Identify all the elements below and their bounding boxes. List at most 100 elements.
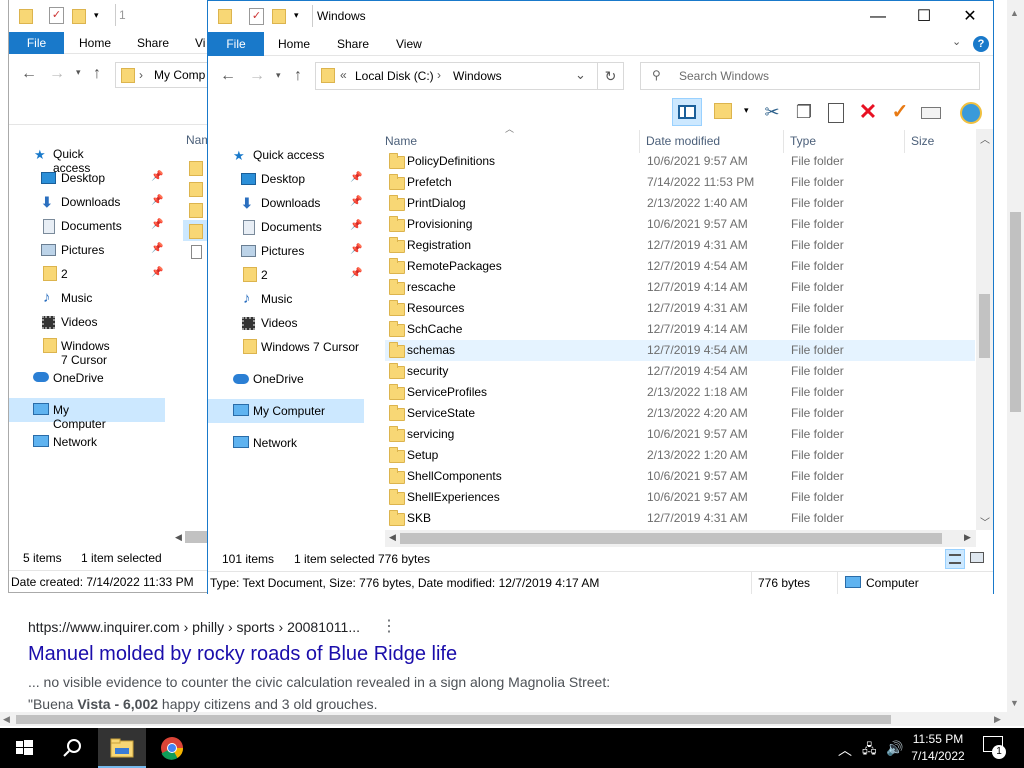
hscroll-thumb[interactable]: [400, 533, 942, 544]
nav-desktop[interactable]: Desktop: [261, 172, 305, 186]
scroll-down-arrow-icon[interactable]: ▼: [1010, 698, 1019, 708]
tab-file[interactable]: File: [208, 32, 264, 56]
delete-icon[interactable]: ✕: [855, 99, 881, 125]
quick-access-folder-icon[interactable]: [19, 9, 33, 25]
nav-quick-access[interactable]: Quick access: [253, 148, 324, 162]
close-button[interactable]: ✕: [947, 1, 993, 32]
recent-dropdown-icon[interactable]: ▾: [76, 67, 81, 78]
file-row[interactable]: SchCache 12/7/2019 4:14 AM File folder: [385, 319, 975, 340]
paste-icon[interactable]: [828, 103, 844, 123]
nav-downloads[interactable]: Downloads: [261, 196, 320, 210]
shell-icon[interactable]: [960, 102, 982, 124]
back-nav-2[interactable]: 2: [61, 267, 68, 281]
qat-dropdown-icon[interactable]: ▾: [94, 10, 99, 21]
scroll-up-arrow-icon[interactable]: ︿: [980, 131, 990, 146]
back-tab-share[interactable]: Share: [137, 36, 169, 50]
network-status-icon[interactable]: 🖧: [862, 740, 877, 762]
column-name[interactable]: Name: [385, 132, 417, 152]
pin-icon[interactable]: 📌: [350, 196, 362, 207]
show-hidden-icons-icon[interactable]: ︿: [838, 740, 852, 760]
back-arrow-icon[interactable]: ←: [21, 65, 37, 83]
file-row[interactable]: Prefetch 7/14/2022 11:53 PM File folder: [385, 172, 975, 193]
file-row[interactable]: PolicyDefinitions 10/6/2021 9:57 AM File f…: [385, 151, 975, 172]
file-row[interactable]: ServiceProfiles 2/13/2022 1:18 AM File fol…: [385, 382, 975, 403]
scroll-left-arrow-icon[interactable]: ◀: [3, 714, 10, 725]
cut-icon[interactable]: ✂: [759, 99, 785, 125]
file-row[interactable]: Resources 12/7/2019 4:31 AM File folder: [385, 298, 975, 319]
properties-toolbar-icon[interactable]: [921, 107, 941, 119]
forward-arrow-icon[interactable]: →: [49, 65, 65, 83]
column-date-modified[interactable]: Date modified: [646, 132, 720, 152]
file-row[interactable]: Provisioning 10/6/2021 9:57 AM File folder: [385, 214, 975, 235]
new-folder-toolbar-icon[interactable]: [714, 103, 732, 119]
chrome-taskbar-button[interactable]: [148, 728, 196, 768]
scroll-right-arrow-icon[interactable]: ▶: [994, 714, 1001, 725]
back-column-name[interactable]: Nam: [186, 133, 208, 147]
search-placeholder[interactable]: Search Windows: [679, 69, 769, 83]
file-row[interactable]: rescache 12/7/2019 4:14 AM File folder: [385, 277, 975, 298]
column-divider[interactable]: [904, 130, 905, 153]
copy-icon[interactable]: ❐: [791, 99, 817, 125]
back-list-folder-icon[interactable]: [189, 182, 203, 198]
file-row[interactable]: security 12/7/2019 4:54 AM File folder: [385, 361, 975, 382]
more-options-icon[interactable]: ⋮: [381, 616, 397, 636]
back-nav-downloads[interactable]: Downloads: [61, 195, 120, 209]
back-nav-windows7cursor[interactable]: Windows 7 Cursor: [61, 339, 110, 367]
back-nav-desktop[interactable]: Desktop: [61, 171, 105, 185]
column-divider[interactable]: [639, 130, 640, 153]
back-tab-view[interactable]: Vi: [195, 36, 205, 50]
forward-arrow-icon[interactable]: →: [249, 67, 265, 85]
tab-view[interactable]: View: [396, 32, 422, 56]
back-nav-onedrive[interactable]: OneDrive: [53, 371, 104, 385]
scroll-left-arrow-icon[interactable]: ◀: [175, 532, 182, 543]
properties-icon[interactable]: ✓: [249, 8, 264, 25]
file-row[interactable]: schemas 12/7/2019 4:54 AM File folder: [385, 340, 975, 361]
minimize-button[interactable]: —: [855, 1, 901, 32]
quick-access-folder-icon[interactable]: [218, 9, 232, 25]
back-tab-home[interactable]: Home: [79, 36, 111, 50]
nav-documents[interactable]: Documents: [261, 220, 322, 234]
file-row[interactable]: SKB 12/7/2019 4:31 AM File folder: [385, 508, 975, 529]
scroll-right-arrow-icon[interactable]: ▶: [964, 532, 971, 543]
back-nav-my-computer[interactable]: My Computer: [53, 403, 106, 431]
browser-hscroll-thumb[interactable]: [16, 715, 891, 724]
explorer-window[interactable]: ✓ ▾ Windows — ☐ ✕ File Home Share View ⌄…: [207, 0, 994, 594]
up-arrow-icon[interactable]: ↑: [93, 65, 101, 83]
recent-locations-icon[interactable]: ▾: [276, 70, 281, 81]
file-row[interactable]: PrintDialog 2/13/2022 1:40 AM File folder: [385, 193, 975, 214]
vscroll-thumb[interactable]: [979, 294, 990, 358]
file-explorer-taskbar-button[interactable]: [98, 728, 146, 768]
back-nav-videos[interactable]: Videos: [61, 315, 97, 329]
new-folder-icon[interactable]: [272, 9, 286, 25]
qat-dropdown-icon[interactable]: ▾: [294, 10, 299, 21]
back-arrow-icon[interactable]: ←: [220, 67, 236, 85]
file-row[interactable]: ShellComponents 10/6/2021 9:57 AM File fol…: [385, 466, 975, 487]
scroll-left-arrow-icon[interactable]: ◀: [389, 532, 396, 543]
nav-my-computer[interactable]: My Computer: [253, 404, 325, 418]
pin-icon[interactable]: 📌: [350, 268, 362, 279]
address-overflow-chevron[interactable]: «: [340, 68, 347, 82]
expand-ribbon-icon[interactable]: ⌄: [952, 35, 961, 48]
back-explorer-window[interactable]: ✓ ▾ 1 File Home Share Vi ← → ▾ ↑ › My Co…: [8, 0, 208, 593]
search-result-title[interactable]: Manuel molded by rocky roads of Blue Rid…: [28, 643, 457, 666]
refresh-icon[interactable]: ↻: [597, 62, 624, 90]
search-result-url[interactable]: https://www.inquirer.com › philly › spor…: [28, 619, 360, 635]
start-button[interactable]: [0, 728, 48, 768]
maximize-button[interactable]: ☐: [901, 1, 947, 32]
text-file-icon[interactable]: [191, 245, 202, 259]
up-arrow-icon[interactable]: ↑: [294, 67, 302, 85]
file-row[interactable]: servicing 10/6/2021 9:57 AM File folder: [385, 424, 975, 445]
back-tab-file[interactable]: File: [9, 32, 64, 54]
back-list-folder-icon[interactable]: [189, 161, 203, 177]
nav-music[interactable]: Music: [261, 292, 292, 306]
back-nav-pictures[interactable]: Pictures: [61, 243, 104, 257]
breadcrumb-local-disk[interactable]: Local Disk (C:): [355, 69, 434, 83]
file-row[interactable]: ShellExperiences 10/6/2021 9:57 AM File fo…: [385, 487, 975, 508]
search-taskbar-button[interactable]: [48, 728, 96, 768]
scroll-down-arrow-icon[interactable]: ﹀: [980, 514, 990, 529]
browser-vscroll-thumb[interactable]: [1010, 212, 1021, 412]
column-divider[interactable]: [783, 130, 784, 153]
tab-share[interactable]: Share: [337, 32, 369, 56]
nav-onedrive[interactable]: OneDrive: [253, 372, 304, 386]
file-row[interactable]: Setup 2/13/2022 1:20 AM File folder: [385, 445, 975, 466]
